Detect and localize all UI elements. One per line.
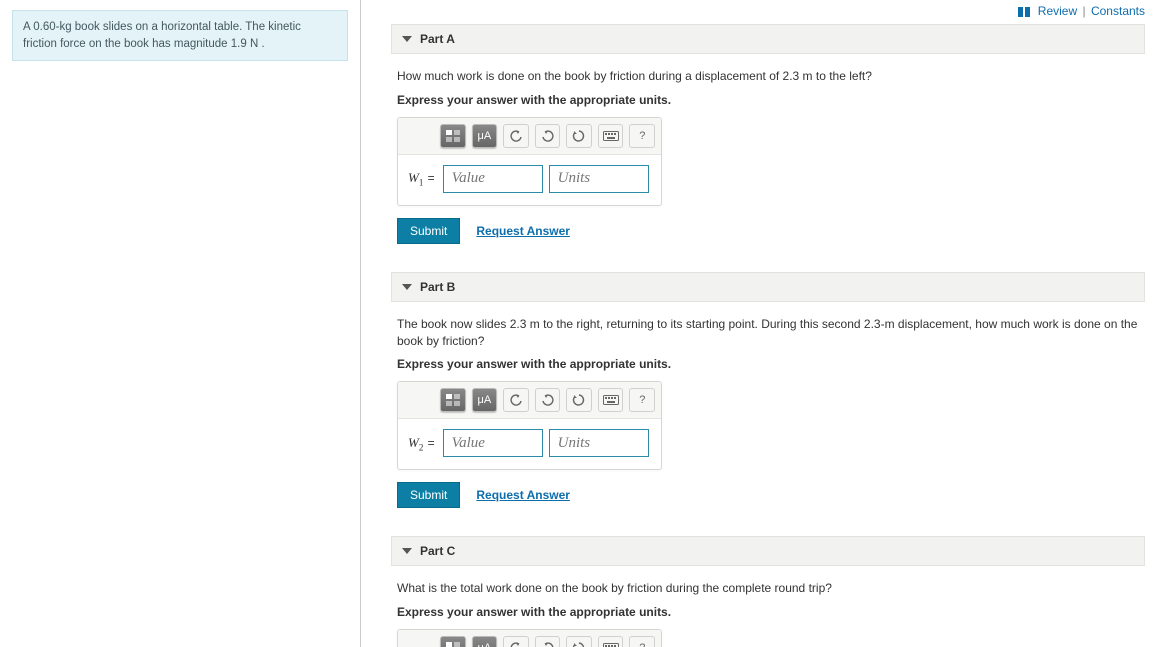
part-a-value-input[interactable] [443, 165, 543, 193]
template-button[interactable] [440, 636, 466, 647]
redo-button[interactable] [535, 636, 561, 647]
part-b-header[interactable]: Part B [391, 272, 1145, 302]
part-c: Part C What is the total work done on th… [391, 536, 1145, 647]
part-b-answer-box: μA ? [397, 381, 662, 470]
part-b-request-answer-link[interactable]: Request Answer [476, 488, 570, 502]
part-a: Part A How much work is done on the book… [391, 24, 1145, 254]
part-b-value-input[interactable] [443, 429, 543, 457]
special-chars-button[interactable]: μA [472, 388, 498, 412]
part-b-question: The book now slides 2.3 m to the right, … [397, 316, 1139, 350]
part-a-answer-box: μA ? [397, 117, 662, 206]
part-a-units-input[interactable] [549, 165, 649, 193]
collapse-triangle-icon [402, 548, 412, 554]
collapse-triangle-icon [402, 36, 412, 42]
help-button[interactable]: ? [629, 124, 655, 148]
reset-button[interactable] [566, 124, 592, 148]
undo-button[interactable] [503, 124, 529, 148]
keyboard-button[interactable] [598, 388, 624, 412]
special-chars-button[interactable]: μA [472, 124, 498, 148]
part-b-units-input[interactable] [549, 429, 649, 457]
review-link[interactable]: Review [1038, 4, 1077, 18]
part-c-answer-box: μA ? [397, 629, 662, 647]
part-b-var-label: W2 = [408, 435, 437, 453]
review-icon [1018, 7, 1030, 17]
keyboard-button[interactable] [598, 124, 624, 148]
redo-button[interactable] [535, 124, 561, 148]
part-b: Part B The book now slides 2.3 m to the … [391, 272, 1145, 519]
reset-button[interactable] [566, 388, 592, 412]
undo-button[interactable] [503, 388, 529, 412]
problem-statement: A 0.60-kg book slides on a horizontal ta… [12, 10, 348, 61]
top-links: Review | Constants [391, 0, 1145, 24]
part-b-submit-button[interactable]: Submit [397, 482, 460, 508]
part-a-var-label: W1 = [408, 170, 437, 188]
part-a-title: Part A [420, 32, 455, 46]
constants-link[interactable]: Constants [1091, 4, 1145, 18]
problem-text: A 0.60-kg book slides on a horizontal ta… [23, 21, 301, 50]
part-c-question: What is the total work done on the book … [397, 580, 1139, 597]
special-chars-button[interactable]: μA [472, 636, 498, 647]
part-c-toolbar: μA ? [398, 630, 661, 647]
part-c-header[interactable]: Part C [391, 536, 1145, 566]
part-b-instruct: Express your answer with the appropriate… [397, 357, 1139, 371]
link-separator: | [1083, 4, 1086, 18]
part-b-toolbar: μA ? [398, 382, 661, 419]
reset-button[interactable] [566, 636, 592, 647]
undo-button[interactable] [503, 636, 529, 647]
part-c-title: Part C [420, 544, 455, 558]
redo-button[interactable] [535, 388, 561, 412]
part-a-toolbar: μA ? [398, 118, 661, 155]
part-a-request-answer-link[interactable]: Request Answer [476, 224, 570, 238]
part-b-title: Part B [420, 280, 455, 294]
part-a-question: How much work is done on the book by fri… [397, 68, 1139, 85]
part-a-header[interactable]: Part A [391, 24, 1145, 54]
template-button[interactable] [440, 388, 466, 412]
part-c-instruct: Express your answer with the appropriate… [397, 605, 1139, 619]
collapse-triangle-icon [402, 284, 412, 290]
template-button[interactable] [440, 124, 466, 148]
part-a-instruct: Express your answer with the appropriate… [397, 93, 1139, 107]
keyboard-button[interactable] [598, 636, 624, 647]
part-a-submit-button[interactable]: Submit [397, 218, 460, 244]
help-button[interactable]: ? [629, 388, 655, 412]
help-button[interactable]: ? [629, 636, 655, 647]
